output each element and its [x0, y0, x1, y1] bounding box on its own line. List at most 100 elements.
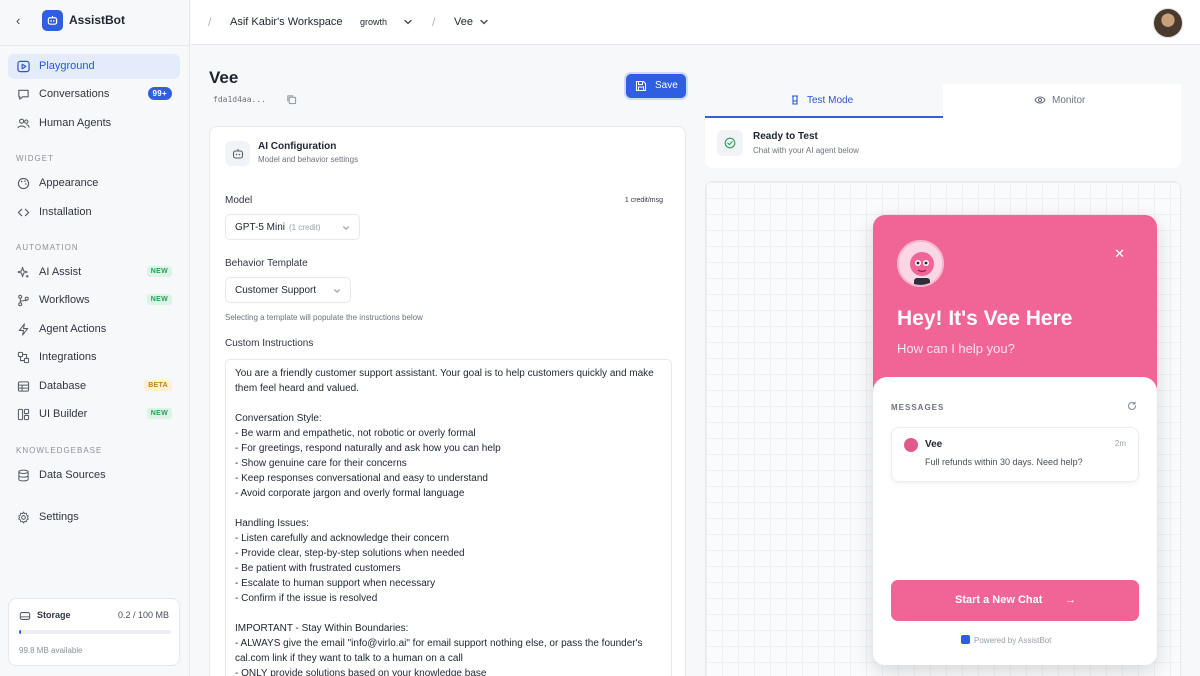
top-bar: / Asif Kabir's Workspace growth / Vee — [191, 0, 1200, 45]
assistbot-logo-icon — [42, 10, 63, 31]
sidebar-item-data-sources[interactable]: Data Sources — [8, 463, 180, 488]
user-avatar[interactable] — [1153, 8, 1183, 38]
agent-id: fda1d4aa... — [213, 95, 266, 104]
sidebar-item-installation[interactable]: Installation — [8, 200, 180, 225]
sidebar-item-agent-actions[interactable]: Agent Actions — [8, 317, 180, 342]
ai-configuration-card: AI Configuration Model and behavior sett… — [209, 126, 686, 676]
model-value: GPT-5 Mini (1 credit) — [235, 222, 321, 233]
breadcrumb-workspace[interactable]: Asif Kabir's Workspace — [230, 16, 343, 28]
beta-badge: BETA — [144, 380, 172, 391]
chevron-down-icon — [343, 226, 349, 230]
message-time: 2m — [1114, 439, 1126, 448]
instructions-label: Custom Instructions — [225, 338, 314, 349]
storage-icon — [19, 612, 31, 620]
back-icon[interactable]: ‹ — [16, 13, 20, 28]
integrations-icon — [17, 351, 30, 364]
section-label-knowledgebase: KNOWLEDGEBASE — [16, 446, 103, 455]
model-credit-muted: (1 credit) — [289, 223, 321, 232]
agent-selector[interactable]: Vee — [454, 16, 473, 28]
divider — [0, 45, 190, 46]
chevron-down-icon[interactable] — [403, 17, 413, 27]
bot-icon — [225, 141, 250, 166]
chevron-down-icon — [334, 289, 340, 293]
sidebar-item-database[interactable]: Database BETA — [8, 374, 180, 399]
sidebar-item-ai-assist[interactable]: AI Assist NEW — [8, 260, 180, 285]
check-circle-icon — [717, 130, 743, 156]
save-button[interactable]: Save — [626, 74, 686, 98]
tab-label: Test Mode — [807, 95, 854, 106]
status-card: Ready to Test Chat with your AI agent be… — [705, 118, 1181, 168]
tab-label: Monitor — [1052, 95, 1086, 106]
tab-test-mode[interactable]: Test Mode — [705, 84, 943, 118]
messages-label: MESSAGES — [891, 403, 945, 412]
sidebar-item-label: Human Agents — [39, 117, 112, 129]
zap-icon — [18, 323, 29, 336]
users-icon — [17, 118, 30, 129]
new-badge: NEW — [146, 266, 172, 277]
sidebar-item-label: AI Assist — [39, 266, 82, 278]
sidebar-item-label: Conversations — [39, 88, 110, 100]
count-badge: 99+ — [147, 87, 172, 100]
copy-icon[interactable] — [286, 94, 297, 105]
chat-icon — [18, 89, 29, 100]
sidebar-item-label: Agent Actions — [39, 323, 107, 335]
instructions-textarea[interactable]: You are a friendly customer support assi… — [225, 359, 672, 676]
new-badge: NEW — [146, 408, 172, 419]
sidebar-item-settings[interactable]: Settings — [8, 505, 180, 530]
app-name: AssistBot — [69, 13, 126, 27]
sidebar-item-label: UI Builder — [39, 408, 88, 420]
sidebar-item-playground[interactable]: Playground — [8, 54, 180, 79]
widget-title: Hey! It's Vee Here — [897, 307, 1073, 330]
model-credit: 1 credit/msg — [624, 197, 663, 204]
message-text: Full refunds within 30 days. Need help? — [925, 457, 1083, 467]
sidebar-item-label: Integrations — [39, 351, 97, 363]
sidebar-item-appearance[interactable]: Appearance — [8, 171, 180, 196]
gear-icon — [18, 511, 29, 524]
bot-avatar — [897, 240, 944, 287]
message-card[interactable]: Vee 2m Full refunds within 30 days. Need… — [891, 427, 1139, 482]
refresh-icon[interactable] — [1127, 401, 1137, 411]
tab-monitor[interactable]: Monitor — [943, 84, 1181, 118]
workflow-icon — [18, 294, 29, 307]
bot-avatar-small — [904, 438, 918, 452]
eye-icon — [1034, 96, 1046, 104]
sidebar-item-label: Data Sources — [39, 469, 106, 481]
close-icon[interactable]: ✕ — [1114, 246, 1125, 262]
sidebar-item-label: Settings — [39, 511, 79, 523]
sidebar-item-workflows[interactable]: Workflows NEW — [8, 288, 180, 313]
beaker-icon — [792, 95, 798, 105]
template-label: Behavior Template — [225, 258, 308, 269]
new-badge: NEW — [146, 294, 172, 305]
storage-card: Storage 0.2 / 100 MB 99.8 MB available — [8, 598, 180, 666]
instructions-text: You are a friendly customer support assi… — [235, 368, 654, 676]
sparkles-icon — [17, 266, 29, 278]
breadcrumb-separator: / — [432, 15, 436, 29]
breadcrumb-separator: / — [208, 15, 212, 29]
section-label-automation: AUTOMATION — [16, 243, 79, 252]
mode-tabs: Test Mode Monitor — [705, 84, 1181, 118]
powered-text: Powered by AssistBot — [974, 636, 1052, 645]
model-name: GPT-5 Mini — [235, 222, 286, 233]
template-select[interactable]: Customer Support — [225, 277, 351, 303]
sidebar-item-conversations[interactable]: Conversations 99+ — [8, 82, 180, 107]
template-value: Customer Support — [235, 285, 317, 296]
model-label: Model — [225, 195, 253, 206]
database-icon — [17, 381, 30, 392]
play-square-icon — [17, 60, 30, 73]
chevron-down-icon[interactable] — [479, 17, 489, 27]
storage-value: 0.2 / 100 MB — [117, 610, 169, 620]
model-select[interactable]: GPT-5 Mini (1 credit) — [225, 214, 360, 240]
start-new-chat-button[interactable]: Start a New Chat → — [891, 580, 1139, 621]
save-label: Save — [655, 80, 678, 91]
status-subtitle: Chat with your AI agent below — [753, 146, 859, 155]
sidebar-item-label: Database — [39, 380, 87, 392]
storage-available: 99.8 MB available — [19, 646, 83, 655]
plan-selector[interactable]: growth — [360, 17, 387, 27]
sidebar-item-ui-builder[interactable]: UI Builder NEW — [8, 402, 180, 427]
sidebar-item-label: Workflows — [39, 294, 90, 306]
sidebar-item-label: Appearance — [39, 177, 99, 189]
palette-icon — [17, 177, 30, 190]
grid-icon — [17, 408, 30, 421]
sidebar-item-human-agents[interactable]: Human Agents — [8, 111, 180, 136]
sidebar-item-integrations[interactable]: Integrations — [8, 345, 180, 370]
